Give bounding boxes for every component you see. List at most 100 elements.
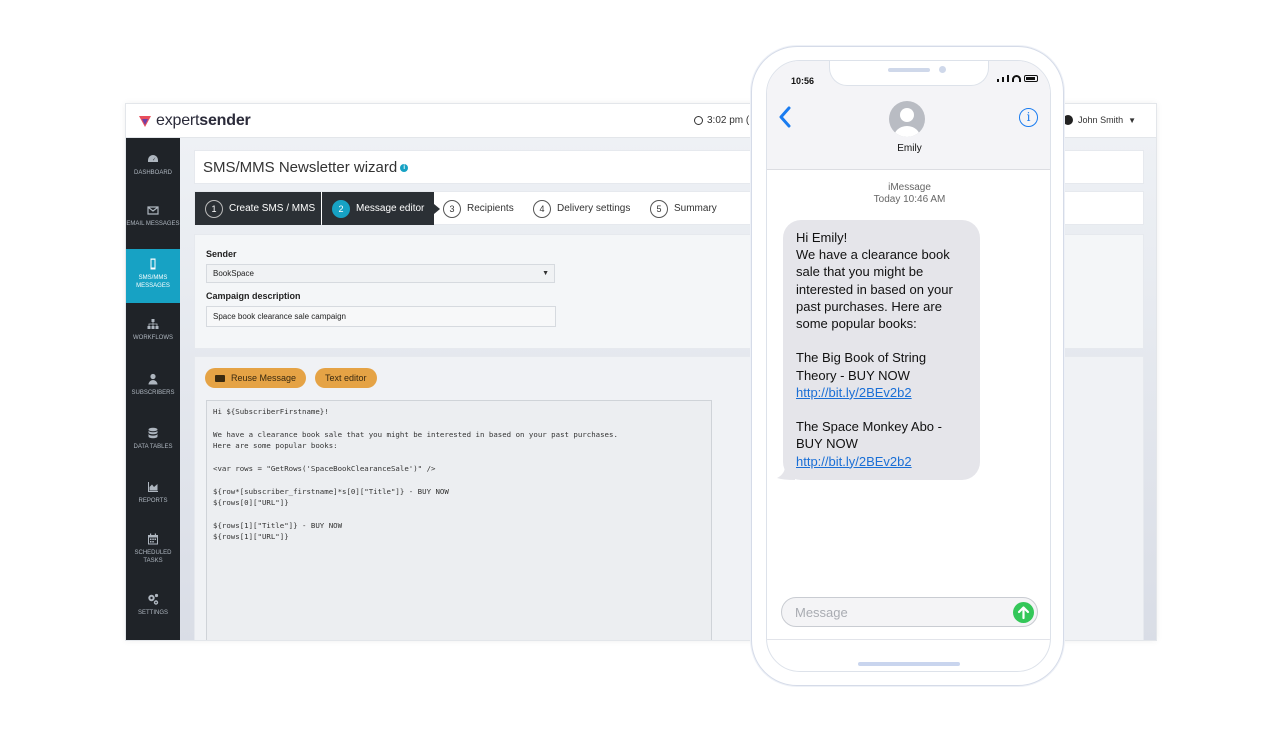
chevron-down-icon: ▼ [542, 270, 549, 277]
sidebar-label-subscribers: SUBSCRIBERS [131, 390, 175, 396]
contact-avatar[interactable] [889, 101, 925, 137]
reuse-message-button[interactable]: Reuse Message [205, 368, 307, 388]
sidebar-item-subscribers[interactable]: SUBSCRIBERS [126, 366, 180, 408]
envelope-icon [215, 374, 225, 382]
clock-text: 3:02 pm (U [707, 115, 757, 126]
cogs-icon [147, 593, 159, 605]
logo-mark-icon [139, 116, 151, 127]
clock-display: 3:02 pm (U [694, 115, 756, 126]
campaign-description-value: Space book clearance sale campaign [213, 312, 346, 321]
avatar [1063, 115, 1074, 125]
calendar-icon [147, 533, 159, 545]
sidebar-label-reports: REPORTS [138, 498, 168, 504]
signal-icon [997, 79, 999, 82]
wizard-title-text: SMS/MMS Newsletter wizard [203, 159, 398, 176]
sidebar-label-data-tables: DATA TABLES [133, 444, 173, 450]
person-icon [894, 108, 920, 137]
brand-suffix: sender [199, 112, 251, 129]
sidebar-item-data-tables[interactable]: DATA TABLES [126, 420, 180, 462]
step-number: 3 [443, 199, 461, 218]
phone-mockup: 10:56 Emily i iMessage Today 10:46 AM Hi… [751, 46, 1064, 686]
thread-service: iMessage [888, 182, 931, 193]
step-message-editor[interactable]: 2 Message editor [322, 192, 434, 225]
chevron-down-icon: ▼ [1128, 115, 1136, 125]
sidebar-item-dashboard[interactable]: DASHBOARD [126, 146, 180, 188]
text-editor-label: Text editor [325, 373, 367, 383]
sender-select[interactable]: BookSpace ▼ [206, 264, 555, 283]
step-number: 4 [533, 199, 551, 218]
sidebar-item-reports[interactable]: REPORTS [126, 474, 180, 516]
speaker-icon [888, 68, 930, 72]
status-icons [997, 75, 1038, 82]
back-chevron-icon[interactable] [778, 106, 792, 128]
sender-label: Sender [206, 249, 237, 259]
step-number: 2 [332, 199, 350, 218]
divider [767, 639, 1050, 640]
sender-value: BookSpace [213, 269, 254, 278]
signal-icon [1002, 77, 1004, 82]
sitemap-icon [147, 318, 159, 330]
database-icon [147, 427, 159, 439]
message-bubble[interactable]: Hi Emily! We have a clearance book sale … [783, 220, 980, 480]
step-number: 5 [650, 199, 668, 218]
sidebar-label-sms: SMS/MMS MESSAGES [136, 275, 170, 289]
step-label: Recipients [467, 203, 514, 214]
sidebar: DASHBOARD EMAIL MESSAGES SMS/MMS MESSAGE… [126, 138, 180, 640]
brand-logo[interactable]: expertsender [138, 111, 251, 131]
stage: expertsender 3:02 pm (U John Smith ▼ DAS… [0, 0, 1280, 732]
signal-icon [1007, 75, 1009, 82]
page-title: SMS/MMS Newsletter wizard i [203, 159, 409, 176]
brand-name: expertsender [156, 112, 251, 130]
user-icon [147, 373, 159, 385]
sidebar-label-workflows: WORKFLOWS [133, 335, 173, 341]
info-icon[interactable]: i [400, 164, 409, 173]
sidebar-item-workflows[interactable]: WORKFLOWS [126, 311, 180, 353]
step-create[interactable]: 1 Create SMS / MMS [195, 192, 321, 225]
message-book-1: The Big Book of String Theory - BUY NOW [796, 350, 927, 383]
thread-meta: iMessage Today 10:46 AM [767, 182, 1050, 206]
status-time: 10:56 [791, 76, 815, 86]
step-label: Delivery settings [557, 203, 631, 214]
home-indicator[interactable] [858, 662, 960, 666]
send-button[interactable] [1013, 602, 1034, 623]
thread-time: Today 10:46 AM [873, 194, 946, 205]
arrow-up-icon [1017, 606, 1030, 620]
sidebar-item-scheduled-tasks[interactable]: SCHEDULED TASKS [126, 526, 180, 576]
message-greeting: Hi Emily! [796, 230, 848, 245]
sidebar-label-email: EMAIL MESSAGES [126, 221, 180, 227]
sidebar-label-scheduled-tasks: SCHEDULED TASKS [134, 550, 172, 564]
step-label: Summary [674, 203, 717, 214]
message-book-2: The Space Monkey Abo - BUY NOW [796, 419, 942, 452]
step-recipients[interactable]: 3 Recipients [443, 192, 523, 225]
sidebar-item-email[interactable]: EMAIL MESSAGES [126, 196, 180, 246]
brand-prefix: expert [156, 112, 200, 129]
dashboard-icon [147, 153, 159, 165]
message-body: We have a clearance book sale that you m… [796, 247, 953, 332]
sidebar-item-sms[interactable]: SMS/MMS MESSAGES [126, 249, 180, 303]
phone-screen: 10:56 Emily i iMessage Today 10:46 AM Hi… [766, 60, 1051, 672]
message-code-editor[interactable]: Hi ${SubscriberFirstname}! We have a cle… [206, 400, 712, 640]
step-label: Create SMS / MMS [229, 203, 316, 214]
message-link-2[interactable]: http://bit.ly/2BEv2b2 [796, 453, 967, 470]
sidebar-label-settings: SETTINGS [137, 610, 168, 616]
mobile-icon [147, 258, 159, 270]
sidebar-item-settings[interactable]: SETTINGS [126, 586, 180, 628]
campaign-description-field[interactable]: Space book clearance sale campaign [206, 306, 556, 327]
message-input[interactable]: Message [781, 597, 1038, 627]
area-chart-icon [147, 481, 159, 493]
envelope-icon [147, 204, 159, 216]
clock-icon [694, 116, 703, 125]
message-link-1[interactable]: http://bit.ly/2BEv2b2 [796, 384, 967, 401]
battery-icon [1024, 75, 1038, 82]
camera-icon [939, 66, 946, 73]
user-menu[interactable]: John Smith ▼ [1063, 115, 1136, 125]
text-editor-button[interactable]: Text editor [315, 368, 377, 388]
step-label: Message editor [356, 203, 425, 214]
contact-name[interactable]: Emily [767, 143, 1050, 154]
step-number: 1 [205, 199, 223, 218]
step-delivery-settings[interactable]: 4 Delivery settings [533, 192, 641, 225]
step-summary[interactable]: 5 Summary [650, 192, 730, 225]
info-icon[interactable]: i [1019, 108, 1038, 127]
step-arrow-icon [434, 204, 440, 214]
